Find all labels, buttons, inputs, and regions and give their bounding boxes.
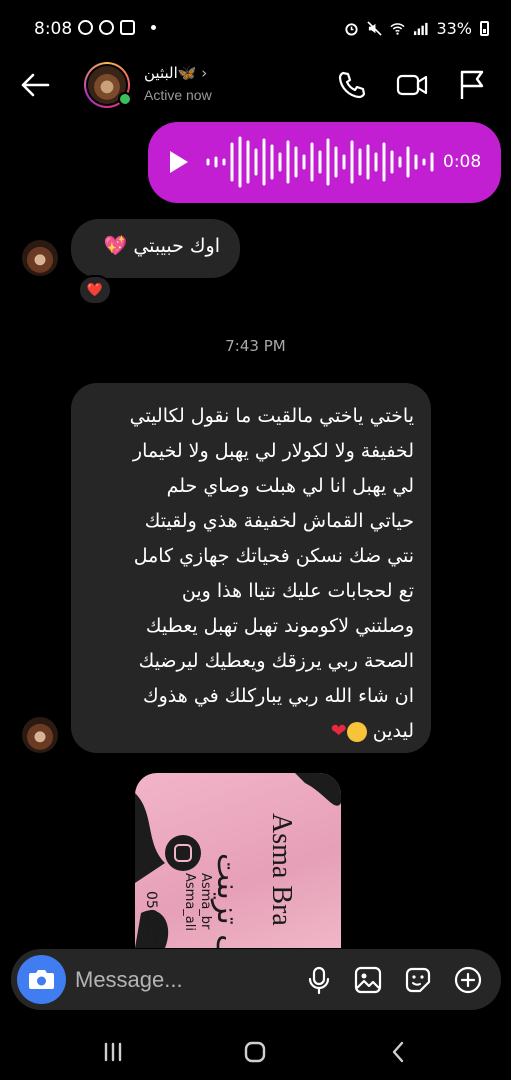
flag-icon[interactable]	[455, 68, 489, 102]
gallery-icon[interactable]	[352, 964, 384, 996]
camera-icon	[29, 970, 54, 989]
notification-icon	[78, 20, 93, 35]
status-bar: 8:08 33%	[0, 0, 511, 60]
voice-message[interactable]: 0:08	[148, 122, 501, 203]
brand-english: Asma Bra	[266, 813, 297, 926]
contact-name[interactable]: البثين🦋 ›	[144, 64, 207, 82]
back-arrow-icon[interactable]	[18, 68, 52, 102]
handle-2: Asma_ali	[182, 873, 197, 931]
handle-1: Asma_br	[198, 873, 213, 930]
camera-button[interactable]	[17, 955, 66, 1004]
more-notifications-icon	[151, 25, 156, 30]
whatsapp-icon	[99, 20, 114, 35]
online-indicator	[118, 92, 132, 106]
photo-message[interactable]: العفاف تزينت Asma Bra Asma_br Asma_ali 0…	[135, 773, 341, 948]
battery-icon	[480, 21, 489, 36]
message-bubble[interactable]: ياختي ياختي مالقيت ما نقول لكاليتي لخفيف…	[71, 383, 431, 753]
timestamp: 7:43 PM	[225, 337, 286, 355]
microphone-icon[interactable]	[303, 964, 335, 996]
heart-emoji: ❤	[330, 720, 347, 742]
instagram-icon	[120, 20, 135, 35]
back-nav-icon[interactable]	[386, 1040, 412, 1064]
system-navigation-bar	[0, 1020, 511, 1080]
message-text: اوك حبيبتي 💖	[103, 235, 220, 257]
waveform[interactable]	[206, 136, 438, 188]
voice-duration: 0:08	[443, 152, 482, 172]
play-icon[interactable]	[170, 151, 188, 173]
recent-apps-icon[interactable]	[100, 1040, 126, 1064]
chat-header: البثين🦋 › Active now	[0, 60, 511, 110]
sender-avatar[interactable]	[22, 717, 58, 753]
status-time: 8:08	[34, 19, 73, 39]
message-text: ياختي ياختي مالقيت ما نقول لكاليتي لخفيف…	[129, 405, 414, 742]
teary-face-emoji	[346, 721, 367, 742]
notification-icons	[78, 20, 156, 35]
message-bubble[interactable]: اوك حبيبتي 💖	[71, 219, 240, 278]
wifi-icon	[390, 23, 406, 35]
home-icon[interactable]	[242, 1040, 268, 1064]
brand-arabic: العفاف تزينت	[210, 853, 245, 948]
heart-reaction[interactable]: ❤️	[78, 275, 112, 305]
sticker-icon[interactable]	[402, 964, 434, 996]
message-composer	[11, 949, 501, 1010]
mute-icon	[367, 21, 383, 36]
battery-percent: 33%	[436, 19, 472, 38]
phone-icon[interactable]	[335, 68, 369, 102]
add-icon[interactable]	[452, 964, 484, 996]
signal-icon	[414, 22, 428, 36]
active-status: Active now	[144, 87, 212, 103]
system-icons: 33%	[344, 19, 489, 38]
alarm-icon	[345, 23, 359, 36]
phone-number: 0562377	[143, 891, 159, 948]
message-input[interactable]	[75, 965, 295, 995]
video-camera-icon[interactable]	[395, 68, 429, 102]
sender-avatar[interactable]	[22, 240, 58, 276]
